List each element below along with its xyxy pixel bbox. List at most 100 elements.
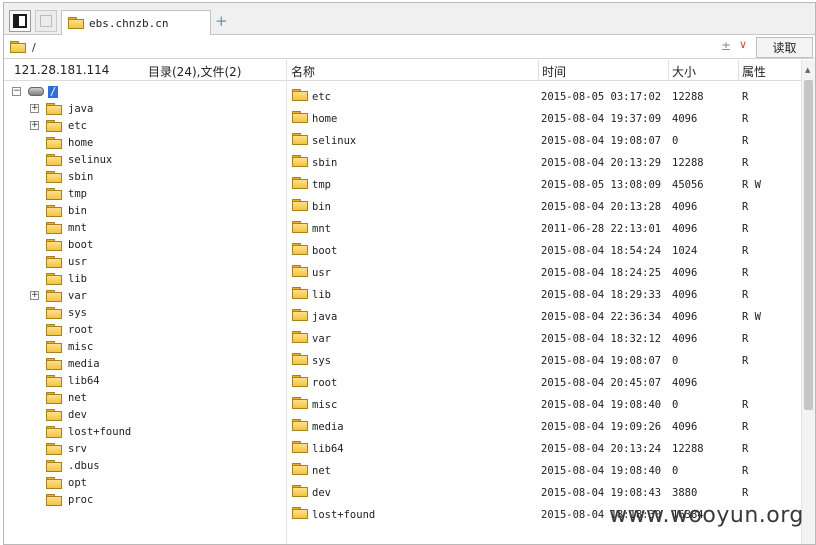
- tree-item[interactable]: dev: [46, 406, 87, 423]
- file-row[interactable]: home 2015-08-04 19:37:09 4096 R: [286, 107, 800, 129]
- folder-icon: [46, 170, 62, 183]
- plus-minus-icon[interactable]: ±: [721, 39, 731, 53]
- file-row[interactable]: usr 2015-08-04 18:24:25 4096 R: [286, 261, 800, 283]
- tree-item[interactable]: root: [46, 321, 93, 338]
- file-name: lib: [312, 289, 331, 301]
- folder-icon: [292, 265, 308, 277]
- file-size: 12288: [672, 443, 704, 455]
- expand-icon[interactable]: +: [30, 121, 39, 130]
- file-name: lost+found: [312, 509, 376, 521]
- file-attr: R: [742, 421, 749, 433]
- tree-item[interactable]: usr: [46, 253, 87, 270]
- file-row[interactable]: etc 2015-08-05 03:17:02 12288 R: [286, 85, 800, 107]
- tree-item[interactable]: + java: [30, 100, 93, 117]
- address-input[interactable]: /: [32, 41, 36, 54]
- collapse-icon[interactable]: −: [12, 87, 21, 96]
- add-tab-button[interactable]: +: [215, 13, 228, 29]
- file-row[interactable]: media 2015-08-04 19:09:26 4096 R: [286, 415, 800, 437]
- tree-item[interactable]: selinux: [46, 151, 112, 168]
- file-row[interactable]: tmp 2015-08-05 13:08:09 45056 R W: [286, 173, 800, 195]
- tree-item[interactable]: opt: [46, 474, 87, 491]
- tree-item[interactable]: net: [46, 389, 87, 406]
- tab-active[interactable]: ebs.chnzb.cn: [61, 10, 211, 35]
- folder-icon: [46, 357, 62, 370]
- folder-icon: [292, 177, 308, 189]
- column-time[interactable]: 时间: [542, 63, 566, 80]
- tree-item[interactable]: + var: [30, 287, 87, 304]
- dropdown-icon[interactable]: ∨: [739, 38, 747, 51]
- file-time: 2015-08-04 19:08:43: [541, 487, 662, 499]
- folder-icon: [68, 17, 84, 29]
- file-row[interactable]: var 2015-08-04 18:32:12 4096 R: [286, 327, 800, 349]
- vertical-scrollbar[interactable]: ▲: [801, 60, 815, 544]
- column-size[interactable]: 大小: [672, 63, 696, 80]
- file-size: 4096: [672, 421, 698, 433]
- tree-item[interactable]: sys: [46, 304, 87, 321]
- scroll-up-icon[interactable]: ▲: [805, 66, 810, 74]
- file-row[interactable]: root 2015-08-04 20:45:07 4096: [286, 371, 800, 393]
- column-divider[interactable]: [668, 60, 669, 81]
- tree-item[interactable]: srv: [46, 440, 87, 457]
- sidebar-toggle-button[interactable]: [9, 10, 31, 32]
- tree-item[interactable]: boot: [46, 236, 93, 253]
- tree-item[interactable]: + etc: [30, 117, 87, 134]
- file-row[interactable]: sys 2015-08-04 19:08:07 0 R: [286, 349, 800, 371]
- file-attr: R: [742, 267, 749, 279]
- tree-item[interactable]: sbin: [46, 168, 93, 185]
- tree-item[interactable]: media: [46, 355, 100, 372]
- folder-icon: [46, 221, 62, 234]
- file-size: 4096: [672, 267, 698, 279]
- tree-item[interactable]: lost+found: [46, 423, 131, 440]
- tree-item[interactable]: lib64: [46, 372, 100, 389]
- tree-item[interactable]: misc: [46, 338, 93, 355]
- tree-item[interactable]: proc: [46, 491, 93, 508]
- file-name: etc: [312, 91, 331, 103]
- file-time: 2015-08-04 22:36:34: [541, 311, 662, 323]
- tree-item-label: boot: [68, 238, 94, 251]
- file-row[interactable]: misc 2015-08-04 19:08:40 0 R: [286, 393, 800, 415]
- file-row[interactable]: boot 2015-08-04 18:54:24 1024 R: [286, 239, 800, 261]
- tree-root-label[interactable]: /: [48, 85, 59, 98]
- tree-item[interactable]: bin: [46, 202, 87, 219]
- folder-icon: [292, 331, 308, 343]
- folder-icon: [10, 41, 26, 53]
- scroll-thumb[interactable]: [804, 80, 813, 410]
- tree-root[interactable]: − /: [12, 83, 59, 100]
- file-row[interactable]: lib64 2015-08-04 20:13:24 12288 R: [286, 437, 800, 459]
- column-name[interactable]: 名称: [291, 63, 315, 80]
- file-row[interactable]: sbin 2015-08-04 20:13:29 12288 R: [286, 151, 800, 173]
- tree-item[interactable]: home: [46, 134, 93, 151]
- file-row[interactable]: lib 2015-08-04 18:29:33 4096 R: [286, 283, 800, 305]
- tree-item-label: lib: [68, 272, 87, 285]
- column-divider[interactable]: [538, 60, 539, 81]
- file-row[interactable]: net 2015-08-04 19:08:40 0 R: [286, 459, 800, 481]
- file-row[interactable]: bin 2015-08-04 20:13:28 4096 R: [286, 195, 800, 217]
- file-row[interactable]: dev 2015-08-04 19:08:43 3880 R: [286, 481, 800, 503]
- tree-item[interactable]: lib: [46, 270, 87, 287]
- file-attr: R: [742, 399, 749, 411]
- file-size: 4096: [672, 333, 698, 345]
- file-row[interactable]: mnt 2011-06-28 22:13:01 4096 R: [286, 217, 800, 239]
- tree-item[interactable]: mnt: [46, 219, 87, 236]
- folder-icon: [46, 374, 62, 387]
- new-window-button[interactable]: [35, 10, 57, 32]
- file-row[interactable]: selinux 2015-08-04 19:08:07 0 R: [286, 129, 800, 151]
- read-button[interactable]: 读取: [756, 37, 813, 58]
- folder-icon: [46, 204, 62, 217]
- folder-icon: [292, 111, 308, 123]
- panel-icon: [13, 14, 27, 28]
- file-time: 2015-08-04 19:37:09: [541, 113, 662, 125]
- folder-icon: [46, 323, 62, 336]
- expand-icon[interactable]: +: [30, 104, 39, 113]
- file-size: 4096: [672, 311, 698, 323]
- tree-item-label: var: [68, 289, 87, 302]
- expand-icon[interactable]: +: [30, 291, 39, 300]
- tree-item[interactable]: .dbus: [46, 457, 100, 474]
- column-divider[interactable]: [738, 60, 739, 81]
- column-attr[interactable]: 属性: [742, 63, 766, 80]
- folder-icon: [292, 353, 308, 365]
- file-name: tmp: [312, 179, 331, 191]
- tree-item[interactable]: tmp: [46, 185, 87, 202]
- file-row[interactable]: java 2015-08-04 22:36:34 4096 R W: [286, 305, 800, 327]
- tree-item-label: usr: [68, 255, 87, 268]
